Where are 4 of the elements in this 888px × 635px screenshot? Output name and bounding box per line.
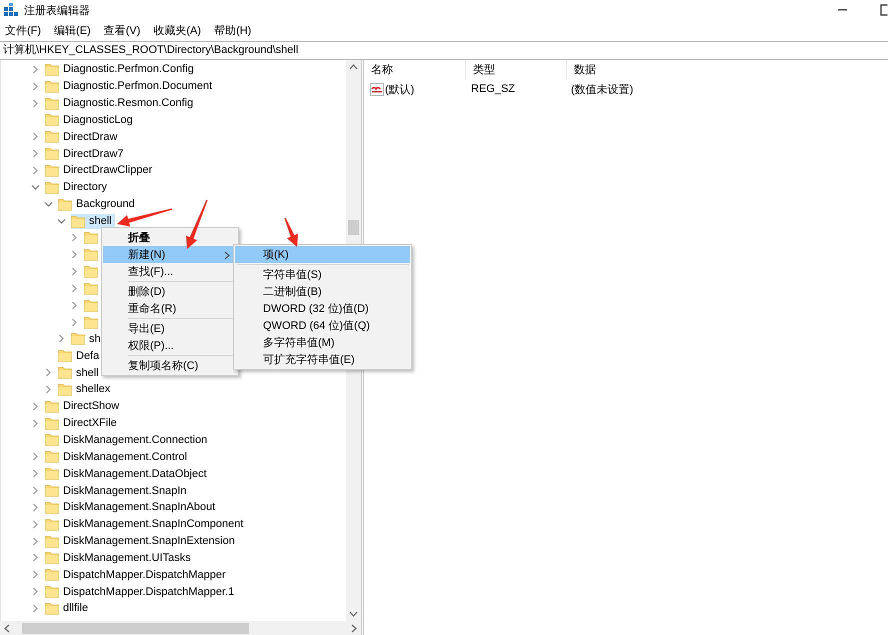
table-cell-text: (数值未设置) bbox=[570, 82, 634, 96]
window-title: 注册表编辑器 bbox=[24, 4, 90, 18]
table-cell-text: REG_SZ bbox=[470, 83, 516, 95]
table-cell-text: (默认) bbox=[385, 82, 414, 96]
